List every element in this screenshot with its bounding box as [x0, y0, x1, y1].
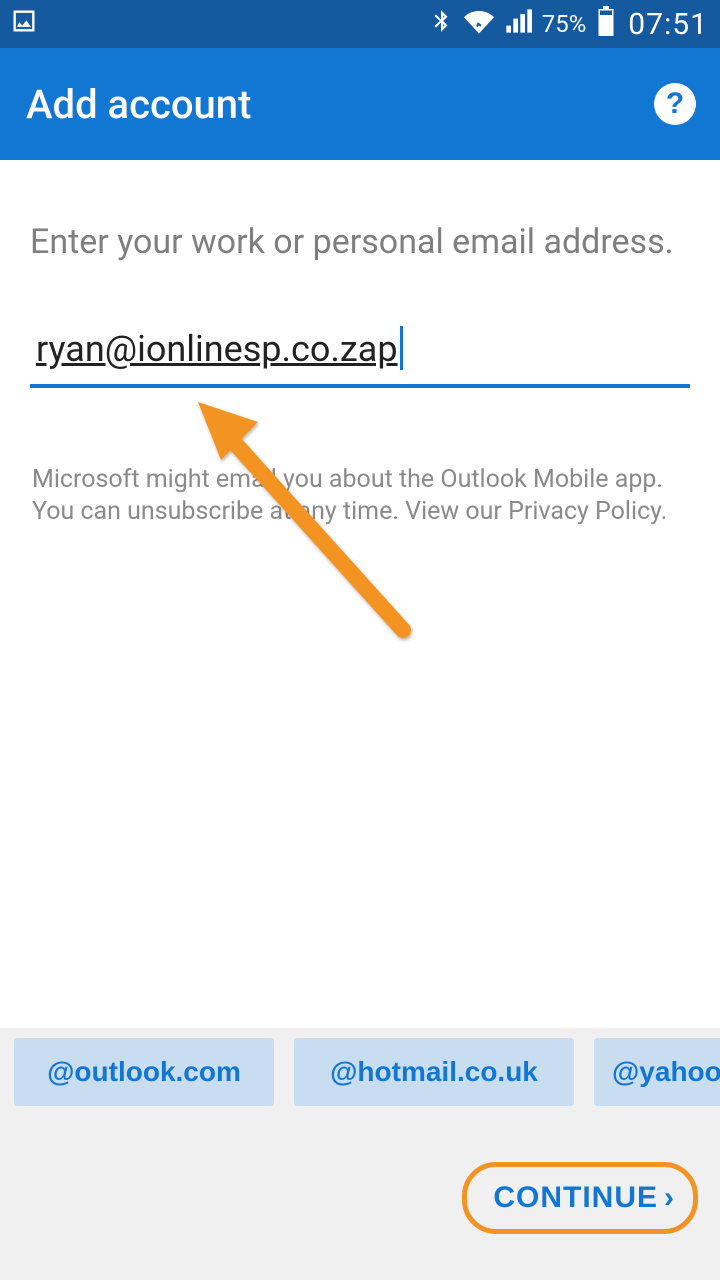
wifi-icon: [464, 6, 494, 43]
picture-icon: [10, 7, 38, 42]
bluetooth-icon: [428, 8, 454, 41]
bottom-bar: CONTINUE ›: [0, 1116, 720, 1280]
chevron-right-icon: ›: [664, 1181, 675, 1215]
app-bar: Add account ?: [0, 48, 720, 160]
cellular-signal-icon: [504, 7, 532, 42]
continue-button[interactable]: CONTINUE ›: [462, 1162, 698, 1234]
text-cursor: [400, 326, 403, 370]
battery-icon: [596, 6, 616, 43]
annotation-arrow: [168, 390, 428, 670]
continue-label: CONTINUE: [493, 1181, 658, 1215]
clock-text: 07:51: [628, 7, 708, 42]
domain-chip-outlook[interactable]: @outlook.com: [14, 1038, 274, 1106]
status-bar: 75% 07:51: [0, 0, 720, 48]
help-button[interactable]: ?: [654, 83, 696, 125]
battery-percent: 75%: [542, 10, 587, 38]
email-domain-suggestions: @outlook.com @hotmail.co.uk @yahoo: [0, 1028, 720, 1116]
content-area: Enter your work or personal email addres…: [0, 160, 720, 529]
page-title: Add account: [26, 81, 251, 128]
prompt-text: Enter your work or personal email addres…: [30, 220, 690, 266]
disclaimer-text: Microsoft might email you about the Outl…: [30, 464, 690, 529]
domain-chip-hotmail[interactable]: @hotmail.co.uk: [294, 1038, 574, 1106]
help-icon: ?: [666, 87, 684, 121]
email-value: ryan@ionlinesp.co.zap: [36, 328, 398, 370]
domain-chip-yahoo[interactable]: @yahoo: [594, 1038, 720, 1106]
email-input[interactable]: ryan@ionlinesp.co.zap: [30, 326, 690, 388]
